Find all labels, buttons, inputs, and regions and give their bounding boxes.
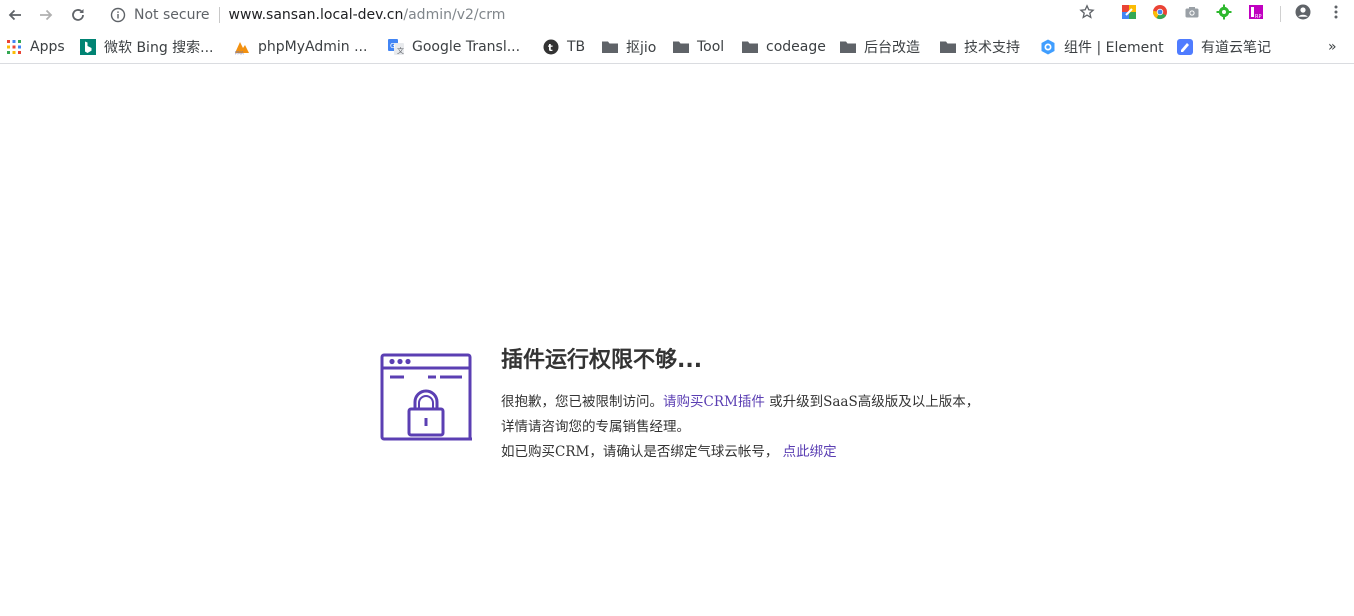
rp-extension-icon[interactable]: RP: [1248, 4, 1264, 20]
bookmarks-overflow-button[interactable]: »: [1328, 38, 1337, 56]
bookmark-label: phpMyAdmin ...: [258, 39, 368, 55]
address-bar[interactable]: Not secure www.sansan.local-dev.cn/admin…: [104, 2, 1104, 28]
bind-account-link[interactable]: 点此绑定: [783, 444, 837, 460]
bookmark-label: 微软 Bing 搜索...: [104, 40, 214, 56]
info-icon[interactable]: [110, 7, 126, 23]
bookmark-label: TB: [567, 39, 586, 55]
reload-icon[interactable]: [67, 4, 89, 26]
security-status-label[interactable]: Not secure: [134, 7, 210, 23]
folder-icon: [602, 39, 618, 55]
restriction-message-line3: 如已购买CRM，请确认是否绑定气球云帐号， 点此绑定: [501, 440, 837, 460]
menu-kebab-icon[interactable]: [1328, 4, 1344, 20]
bookmark-tb[interactable]: t TB: [543, 38, 585, 56]
toolbar-separator: [1280, 6, 1281, 22]
element-icon: [1040, 39, 1056, 55]
bookmark-folder-support[interactable]: 技术支持: [940, 38, 1020, 56]
buy-crm-plugin-link[interactable]: 请购买CRM插件: [663, 394, 765, 410]
profile-avatar-icon[interactable]: [1295, 4, 1311, 20]
svg-text:文: 文: [397, 46, 404, 55]
omnibox-divider: [218, 7, 220, 23]
bookmark-label: 技术支持: [964, 40, 1020, 56]
forward-arrow-icon[interactable]: [35, 4, 57, 26]
svg-text:t: t: [548, 43, 553, 54]
folder-icon: [940, 39, 956, 55]
bookmark-label: codeage: [766, 39, 826, 55]
bookmark-phpmyadmin[interactable]: PMA phpMyAdmin ...: [234, 38, 367, 56]
bing-icon: [80, 39, 96, 55]
bookmark-label: 后台改造: [864, 40, 920, 56]
bookmark-google-translate[interactable]: G文 Google Transl...: [388, 38, 520, 56]
bookmark-folder-codeage[interactable]: codeage: [742, 38, 826, 56]
folder-icon: [840, 39, 856, 55]
taobao-icon: t: [543, 39, 559, 55]
bookmark-apps[interactable]: Apps: [6, 38, 65, 56]
url-path[interactable]: /admin/v2/crm: [403, 7, 505, 23]
svg-text:G: G: [390, 42, 395, 50]
restriction-text: 很抱歉，您已被限制访问。: [501, 394, 663, 410]
gear-extension-icon[interactable]: [1216, 4, 1232, 20]
apps-grid-icon: [6, 39, 22, 55]
svg-text:PMA: PMA: [235, 51, 244, 56]
url-host[interactable]: www.sansan.local-dev.cn: [229, 7, 404, 23]
folder-icon: [742, 39, 758, 55]
camera-icon[interactable]: [1184, 4, 1200, 20]
chevron-double-right-icon: »: [1328, 39, 1337, 55]
youdao-note-icon: [1177, 39, 1193, 55]
bookmark-bing[interactable]: 微软 Bing 搜索...: [80, 38, 214, 56]
bookmark-folder-tool[interactable]: Tool: [673, 38, 724, 56]
bind-account-text: 如已购买CRM，请确认是否绑定气球云帐号，: [501, 444, 779, 460]
bookmark-label: 有道云笔记: [1201, 40, 1271, 56]
bookmark-label: Google Transl...: [412, 39, 521, 55]
upgrade-text: 或升级到SaaS高级版及以上版本，: [764, 394, 980, 410]
bookmark-folder-koujio[interactable]: 抠jio: [602, 38, 656, 56]
restriction-message-line2: 详情请咨询您的专属销售经理。: [501, 419, 690, 435]
restriction-message-line1: 很抱歉，您已被限制访问。请购买CRM插件 或升级到SaaS高级版及以上版本，: [501, 390, 979, 410]
back-arrow-icon[interactable]: [4, 4, 26, 26]
bookmarks-bar: Apps 微软 Bing 搜索... PMA phpMyAdmin ... G文…: [0, 30, 1354, 64]
folder-icon: [673, 39, 689, 55]
page-title: 插件运行权限不够...: [501, 348, 703, 373]
phpmyadmin-icon: PMA: [234, 39, 250, 55]
locked-browser-icon: [380, 353, 472, 441]
page-content: 插件运行权限不够... 很抱歉，您已被限制访问。请购买CRM插件 或升级到Saa…: [0, 65, 1354, 616]
bookmark-element[interactable]: 组件 | Element: [1040, 38, 1164, 56]
bookmark-youdao-note[interactable]: 有道云笔记: [1177, 38, 1271, 56]
bookmark-label: 组件 | Element: [1064, 40, 1164, 56]
google-translate-icon: G文: [388, 39, 404, 55]
bookmark-label: Apps: [30, 39, 65, 55]
bookmark-label: 抠jio: [626, 40, 657, 56]
extension-colorful-icon[interactable]: [1121, 4, 1137, 20]
browser-toolbar: Not secure www.sansan.local-dev.cn/admin…: [0, 0, 1354, 30]
bookmark-star-icon[interactable]: [1079, 4, 1095, 20]
chrome-extension-icon[interactable]: [1152, 4, 1168, 20]
bookmark-label: Tool: [697, 39, 725, 55]
svg-text:RP: RP: [1255, 14, 1262, 20]
bookmark-folder-backend[interactable]: 后台改造: [840, 38, 920, 56]
